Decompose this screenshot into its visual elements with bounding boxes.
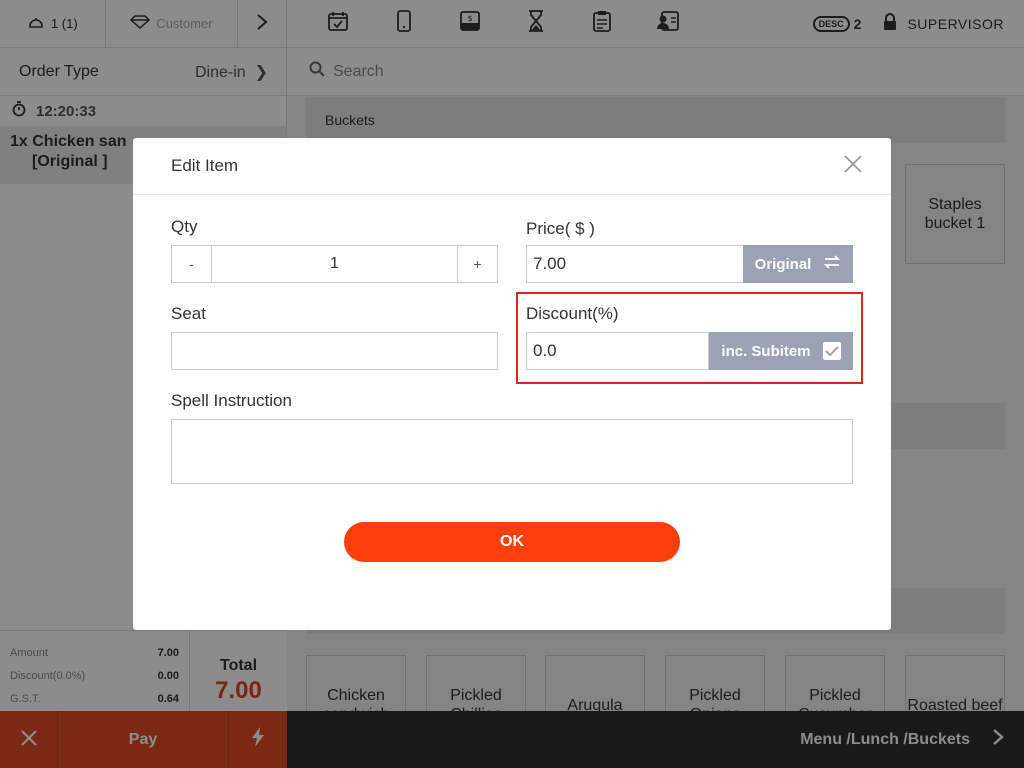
discount-input[interactable]: 0.0 <box>526 332 709 370</box>
price-original-button[interactable]: Original <box>743 245 853 283</box>
discount-label: Discount(%) <box>526 304 619 323</box>
close-button[interactable] <box>841 154 865 178</box>
qty-input[interactable]: 1 <box>211 246 458 282</box>
checkbox-checked-icon <box>822 342 841 360</box>
ok-button[interactable]: OK <box>344 522 680 562</box>
spell-instruction-textarea[interactable] <box>171 419 853 484</box>
include-subitem-toggle[interactable]: inc. Subitem <box>709 332 853 370</box>
spell-instruction-label: Spell Instruction <box>171 391 292 410</box>
seat-input[interactable] <box>171 332 498 370</box>
price-original-label: Original <box>754 255 812 273</box>
qty-increment-button[interactable]: + <box>458 246 497 282</box>
edit-item-dialog: Edit Item Qty - 1 + Price( $ ) 7.00 Orig… <box>133 138 891 630</box>
price-input[interactable]: 7.00 <box>526 245 744 283</box>
dialog-title: Edit Item <box>171 156 239 175</box>
include-subitem-label: inc. Subitem <box>721 342 811 360</box>
qty-label: Qty <box>171 217 198 236</box>
price-label: Price( $ ) <box>526 219 595 238</box>
dialog-header: Edit Item <box>133 138 891 195</box>
swap-arrows-icon <box>823 255 841 273</box>
quantity-stepper: - 1 + <box>171 245 498 283</box>
seat-label: Seat <box>171 304 206 323</box>
qty-decrement-button[interactable]: - <box>172 246 211 282</box>
close-icon <box>844 154 862 178</box>
